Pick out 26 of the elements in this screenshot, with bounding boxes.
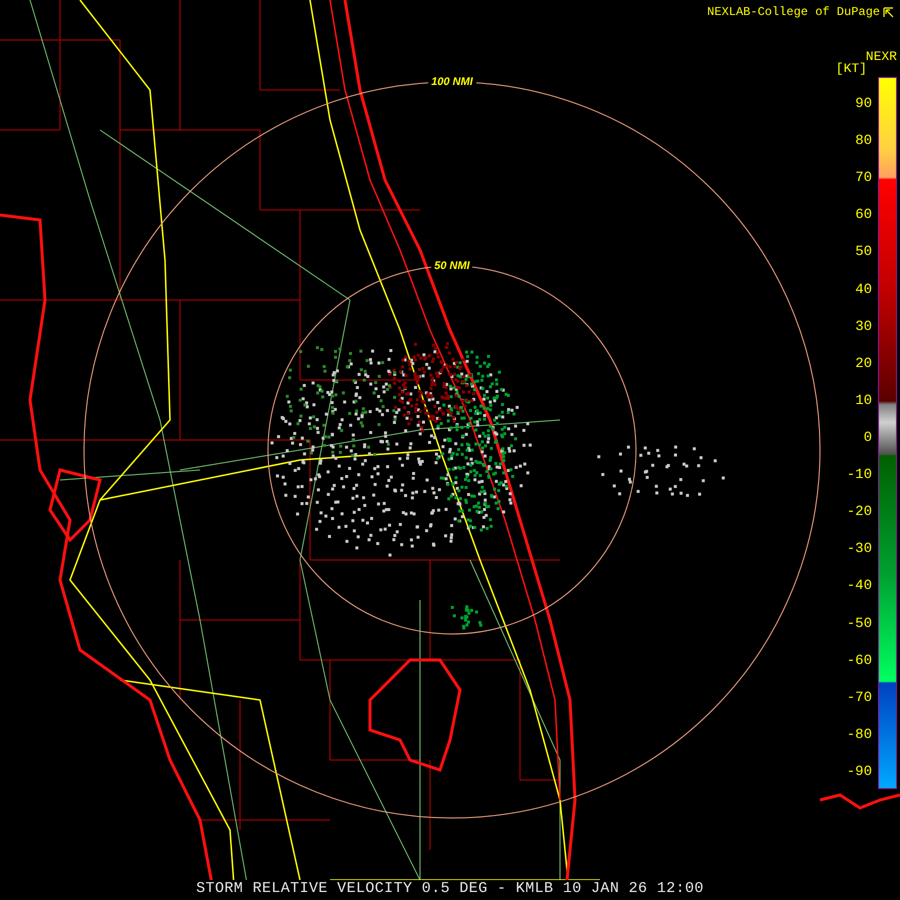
scale-tick-label: 0 (862, 430, 872, 445)
product-label: NEXR (866, 51, 897, 63)
scale-tick-label: 70 (854, 171, 872, 186)
scale-tick-label: 80 (854, 134, 872, 148)
scale-tick-label: 30 (854, 320, 872, 334)
scale-tick-label: 60 (854, 208, 872, 222)
unit-label: [KT] (836, 63, 867, 75)
scale-tick-label: -70 (846, 690, 872, 705)
scale-tick-label: -90 (846, 764, 872, 779)
scale-tick-label: 90 (854, 97, 872, 111)
scale-tick-label: -20 (846, 505, 872, 520)
scale-tick-label: 10 (854, 394, 872, 408)
scale-tick-label: -80 (846, 728, 872, 742)
product-caption: STORM RELATIVE VELOCITY 0.5 DEG - KMLB 10 JAN 26 12:00 (196, 880, 704, 900)
credit-text: NEXLAB-College of DuPage (707, 5, 880, 19)
scale-tick-label: 40 (854, 282, 872, 297)
scale-tick-label: -10 (846, 468, 872, 482)
scale-tick-label: -60 (846, 654, 872, 668)
scale-tick-label: -50 (846, 616, 872, 631)
scale-tick-label: -30 (846, 542, 872, 556)
scale-tick-label: 50 (854, 245, 872, 260)
range-ring-label: 100 NMI (428, 76, 476, 88)
scale-tick-label: 20 (854, 356, 872, 371)
scale-tick-label: -40 (846, 579, 872, 594)
range-ring-label: 50 NMI (431, 260, 473, 272)
external-link-icon (883, 6, 894, 18)
